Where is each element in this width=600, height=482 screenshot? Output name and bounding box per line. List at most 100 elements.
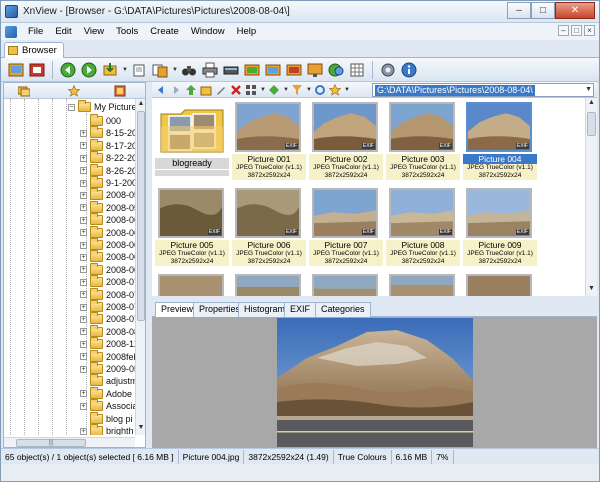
- tree-item[interactable]: +2008-05: [80, 188, 135, 201]
- tree-item[interactable]: +2008-06: [80, 250, 135, 263]
- scroll-up-icon[interactable]: ▲: [136, 100, 146, 110]
- tree-item[interactable]: +2008-06: [80, 238, 135, 251]
- thumbnail-partial[interactable]: [386, 274, 460, 296]
- tree-item[interactable]: +2008-05: [80, 200, 135, 214]
- chevron-down-icon[interactable]: ▼: [122, 67, 128, 73]
- maximize-button[interactable]: □: [531, 2, 555, 19]
- expand-icon[interactable]: +: [80, 216, 87, 224]
- expand-icon[interactable]: +: [80, 328, 87, 336]
- delete-icon[interactable]: [230, 84, 242, 96]
- tree-item[interactable]: +2008-06: [80, 225, 135, 239]
- thumbnail-vertical-scrollbar[interactable]: ▲ ▼: [585, 98, 597, 296]
- fullscreen-icon[interactable]: [28, 61, 46, 79]
- expand-icon[interactable]: +: [80, 191, 87, 199]
- tree-item[interactable]: +2009-05: [80, 362, 135, 375]
- close-button[interactable]: ✕: [555, 2, 595, 19]
- tree-item[interactable]: +8-15-20: [80, 126, 135, 139]
- import-icon[interactable]: [101, 61, 119, 79]
- thumbnail-item[interactable]: EXIF Picture 003 JPEG TrueColor (v1.1) 3872…: [386, 102, 460, 182]
- tree-item[interactable]: +8-22-20: [80, 151, 135, 164]
- tree-item[interactable]: +2008-07: [80, 287, 135, 301]
- expand-icon[interactable]: +: [80, 427, 87, 435]
- new-folder-icon[interactable]: [200, 84, 212, 96]
- favorite-star-icon[interactable]: [329, 83, 341, 96]
- back-icon[interactable]: [155, 84, 167, 96]
- thumbnail-item[interactable]: EXIF Picture 004 JPEG TrueColor (v1.1) 3872…: [463, 102, 537, 182]
- expand-icon[interactable]: +: [80, 315, 87, 323]
- expand-icon[interactable]: +: [80, 129, 87, 137]
- scanner-icon[interactable]: [222, 61, 240, 79]
- tree-item[interactable]: +8-26-20: [80, 163, 135, 177]
- tab-browser[interactable]: Browser: [4, 42, 64, 58]
- scrollbar-thumb[interactable]: [137, 111, 145, 321]
- thumbnail-item[interactable]: EXIF Picture 001 JPEG TrueColor (v1.1) 3872…: [232, 102, 306, 182]
- tab-exif[interactable]: EXIF: [284, 302, 317, 317]
- thumbnail-grid[interactable]: blogready EXIF Picture 001 JPEG TrueColor …: [152, 98, 597, 296]
- tree-vertical-scrollbar[interactable]: ▲ ▼: [135, 99, 145, 435]
- thumbnail-item[interactable]: EXIF Picture 005 JPEG TrueColor (v1.1) 3872…: [155, 188, 229, 268]
- thumbnail-partial[interactable]: [232, 274, 306, 296]
- print-icon[interactable]: [201, 61, 219, 79]
- chevron-down-icon[interactable]: ▼: [585, 86, 592, 93]
- categories-icon[interactable]: [114, 85, 126, 97]
- expand-icon[interactable]: +: [80, 402, 87, 410]
- tree-item[interactable]: +2008-12: [80, 337, 135, 350]
- tree-item[interactable]: 000: [90, 114, 121, 127]
- preview-pane[interactable]: [152, 317, 597, 448]
- contact-sheet-icon[interactable]: [348, 61, 366, 79]
- menu-view[interactable]: View: [78, 26, 110, 37]
- settings-icon[interactable]: [379, 61, 397, 79]
- chevron-down-icon[interactable]: ▼: [260, 87, 266, 93]
- batch-convert-icon[interactable]: [243, 61, 261, 79]
- tree-item[interactable]: + brighth: [80, 424, 134, 435]
- image-edit-icon[interactable]: [285, 61, 303, 79]
- menu-window[interactable]: Window: [185, 26, 231, 37]
- path-input[interactable]: G:\DATA\Pictures\Pictures\2008-08-04\ ▼: [372, 83, 594, 97]
- scroll-up-icon[interactable]: ▲: [586, 99, 597, 109]
- tree-item[interactable]: +2008-07: [80, 275, 135, 288]
- tree-item[interactable]: +2008-08: [80, 324, 135, 338]
- folder-tree[interactable]: − My Picture 000 +8-15-20 +8-17-20 +8-22-20…: [4, 99, 135, 435]
- collapse-icon[interactable]: −: [68, 103, 75, 111]
- copy-icon[interactable]: [151, 61, 169, 79]
- expand-icon[interactable]: +: [80, 229, 87, 237]
- menu-help[interactable]: Help: [231, 26, 263, 37]
- mdi-close-button[interactable]: ×: [584, 25, 595, 36]
- tree-item[interactable]: +2008-06: [80, 262, 135, 276]
- expand-icon[interactable]: +: [80, 204, 87, 212]
- rename-icon[interactable]: [264, 61, 282, 79]
- scroll-down-icon[interactable]: ▼: [586, 285, 597, 295]
- web-page-icon[interactable]: [306, 61, 324, 79]
- scroll-down-icon[interactable]: ▼: [136, 424, 146, 434]
- forward-icon[interactable]: [170, 84, 182, 96]
- expand-icon[interactable]: +: [80, 340, 87, 348]
- tree-item[interactable]: + Associa: [80, 399, 135, 412]
- expand-icon[interactable]: +: [80, 179, 87, 187]
- expand-icon[interactable]: +: [80, 167, 87, 175]
- tree-item[interactable]: +8-17-20: [80, 138, 135, 152]
- scrollbar-thumb[interactable]: |||: [16, 439, 86, 447]
- thumbnail-item[interactable]: EXIF Picture 006 JPEG TrueColor (v1.1) 3872…: [232, 188, 306, 268]
- favorites-icon[interactable]: [67, 84, 81, 97]
- thumbnail-item[interactable]: EXIF Picture 002 JPEG TrueColor (v1.1) 3872…: [309, 102, 383, 182]
- tree-item[interactable]: +2008-07: [80, 312, 135, 325]
- parent-folder-icon[interactable]: [185, 84, 197, 96]
- tree-item[interactable]: + Adobe: [80, 386, 132, 400]
- tree-item[interactable]: +2008-06: [80, 213, 135, 226]
- minimize-button[interactable]: –: [507, 2, 531, 19]
- slideshow-icon[interactable]: [130, 61, 148, 79]
- thumbnail-partial[interactable]: [155, 274, 229, 296]
- filter-icon[interactable]: [291, 84, 303, 96]
- sort-icon[interactable]: [268, 84, 280, 96]
- menu-edit[interactable]: Edit: [49, 26, 77, 37]
- tree-item[interactable]: +2008-07: [80, 300, 135, 313]
- expand-icon[interactable]: +: [80, 365, 87, 373]
- thumbnail-folder[interactable]: blogready: [155, 102, 229, 182]
- tree-item[interactable]: +2008feb: [80, 349, 135, 363]
- expand-icon[interactable]: +: [80, 353, 87, 361]
- capture-icon[interactable]: [327, 61, 345, 79]
- tree-horizontal-scrollbar[interactable]: |||: [4, 437, 135, 447]
- thumbnail-item[interactable]: EXIF Picture 008 JPEG TrueColor (v1.1) 3872…: [386, 188, 460, 268]
- refresh-icon[interactable]: [314, 84, 326, 96]
- chevron-down-icon[interactable]: ▼: [283, 87, 289, 93]
